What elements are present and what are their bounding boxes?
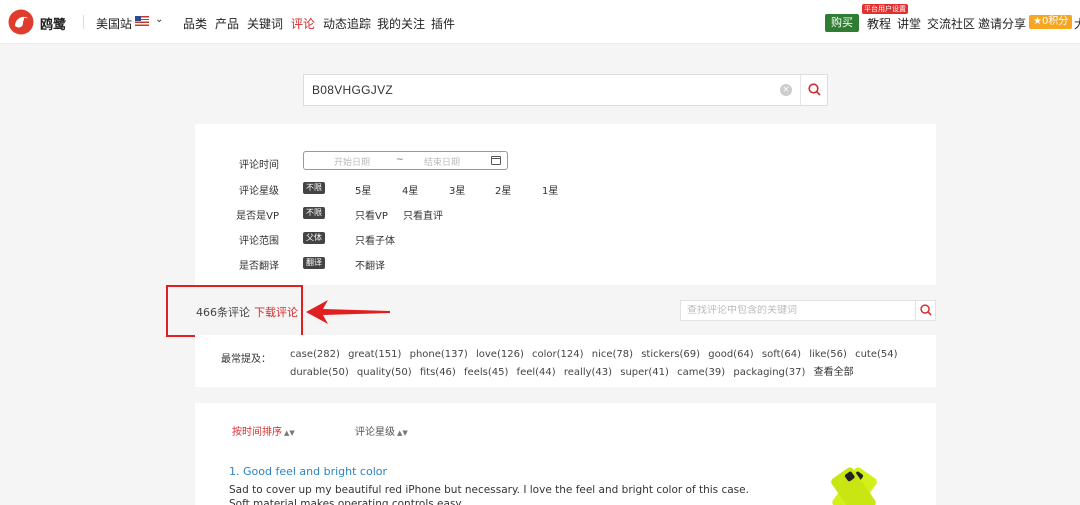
filter-scope-label: 评论范围 bbox=[239, 236, 279, 247]
header-overflow-text[interactable]: 大 bbox=[1074, 15, 1080, 32]
rating-2-option[interactable]: 2星 bbox=[495, 182, 511, 197]
nav-keyword[interactable]: 关键词 bbox=[247, 15, 283, 32]
nav-reviews[interactable]: 评论 bbox=[291, 15, 315, 32]
points-badge[interactable]: ★0积分 bbox=[1029, 15, 1073, 29]
keyword-tag[interactable]: really(43) bbox=[564, 367, 612, 378]
calendar-icon bbox=[491, 156, 501, 165]
keyword-search-input[interactable] bbox=[687, 305, 907, 316]
keyword-tag[interactable]: feel(44) bbox=[517, 367, 556, 378]
rating-any-pill[interactable]: 不限 bbox=[303, 182, 325, 194]
asin-search-box: × bbox=[303, 74, 828, 106]
view-all-link[interactable]: 查看全部 bbox=[814, 367, 854, 378]
keyword-tag[interactable]: came(39) bbox=[677, 367, 725, 378]
vp-only-option[interactable]: 只看VP bbox=[355, 207, 388, 222]
keyword-tag[interactable]: phone(137) bbox=[410, 349, 468, 360]
vp-any-pill[interactable]: 不限 bbox=[303, 207, 325, 219]
keyword-search-box bbox=[680, 300, 936, 321]
header-divider bbox=[83, 15, 84, 29]
keyword-tag[interactable]: nice(78) bbox=[592, 349, 633, 360]
keyword-tag[interactable]: quality(50) bbox=[357, 367, 412, 378]
rating-1-option[interactable]: 1星 bbox=[542, 182, 558, 197]
nav-plugins[interactable]: 插件 bbox=[431, 15, 455, 32]
mentions-line-2: durable(50) quality(50) fits(46) feels(4… bbox=[290, 363, 859, 378]
nav-lecture[interactable]: 讲堂 bbox=[897, 15, 921, 32]
highlight-box bbox=[166, 285, 303, 337]
clear-icon[interactable]: × bbox=[780, 84, 792, 96]
search-icon[interactable] bbox=[920, 304, 932, 316]
keyword-tag[interactable]: durable(50) bbox=[290, 367, 349, 378]
nav-following[interactable]: 我的关注 bbox=[377, 15, 425, 32]
keyword-tag[interactable]: like(56) bbox=[809, 349, 847, 360]
keyword-tag[interactable]: cute(54) bbox=[855, 349, 897, 360]
filter-vp-label: 是否是VP bbox=[236, 211, 279, 222]
product-thumbnail[interactable] bbox=[823, 463, 885, 505]
us-flag-icon bbox=[135, 16, 149, 26]
oulu-logo-icon[interactable] bbox=[8, 9, 34, 35]
direct-only-option[interactable]: 只看直评 bbox=[403, 207, 443, 222]
buy-button[interactable]: 购买 bbox=[825, 14, 859, 32]
nav-product[interactable]: 产品 bbox=[215, 15, 239, 32]
review-list-panel: 按时间排序 ▲▼ 评论星级 ▲▼ 1. Good feel and bright c… bbox=[195, 403, 936, 505]
keyword-tag[interactable]: great(151) bbox=[348, 349, 401, 360]
mentions-line-1: case(282) great(151) phone(137) love(126… bbox=[290, 349, 903, 360]
keyword-tag[interactable]: stickers(69) bbox=[641, 349, 700, 360]
star-icon: ★ bbox=[1033, 16, 1042, 27]
keyword-tag[interactable]: good(64) bbox=[708, 349, 753, 360]
keyword-tag[interactable]: love(126) bbox=[476, 349, 524, 360]
nav-tracking[interactable]: 动态追踪 bbox=[323, 15, 371, 32]
sort-arrow-icon: ▲▼ bbox=[284, 429, 295, 437]
date-separator: ~ bbox=[396, 155, 404, 165]
search-icon bbox=[808, 83, 821, 96]
nav-tutorial[interactable]: 教程 bbox=[867, 15, 891, 32]
no-translate-option[interactable]: 不翻译 bbox=[355, 257, 385, 272]
search-input[interactable] bbox=[312, 83, 772, 97]
keyword-tag[interactable]: fits(46) bbox=[420, 367, 456, 378]
mentions-title: 最常提及： bbox=[221, 354, 271, 365]
filter-translate-label: 是否翻译 bbox=[239, 261, 279, 272]
site-selector[interactable]: 美国站 bbox=[96, 15, 132, 32]
rating-4-option[interactable]: 4星 bbox=[402, 182, 418, 197]
brand-name[interactable]: 鸥鹭 bbox=[40, 14, 66, 33]
rating-3-option[interactable]: 3星 bbox=[449, 182, 465, 197]
top-header: 鸥鹭 美国站 ⌄ 品类 产品 关键词 评论 动态追踪 我的关注 插件 购买 平台… bbox=[0, 0, 1080, 44]
sort-by-rating-label: 评论星级 bbox=[355, 427, 395, 438]
sort-by-rating[interactable]: 评论星级 ▲▼ bbox=[355, 423, 408, 438]
sort-by-time-label: 按时间排序 bbox=[232, 427, 282, 438]
date-range-picker[interactable]: 开始日期 ~ 结束日期 bbox=[303, 151, 508, 170]
filter-rating-label: 评论星级 bbox=[239, 186, 279, 197]
nav-community[interactable]: 交流社区 bbox=[927, 15, 975, 32]
review-title[interactable]: 1. Good feel and bright color bbox=[229, 465, 387, 478]
sort-by-time[interactable]: 按时间排序 ▲▼ bbox=[232, 423, 295, 438]
child-only-option[interactable]: 只看子体 bbox=[355, 232, 395, 247]
date-end-placeholder: 结束日期 bbox=[424, 158, 461, 168]
date-start-placeholder: 开始日期 bbox=[334, 158, 371, 168]
filter-panel: 评论时间 开始日期 ~ 结束日期 评论星级 不限 5星 4星 3星 2星 1星 … bbox=[195, 124, 936, 285]
rating-5-option[interactable]: 5星 bbox=[355, 182, 371, 197]
promo-tag: 平台用户设置 bbox=[862, 4, 908, 14]
keyword-tag[interactable]: packaging(37) bbox=[733, 367, 805, 378]
filter-time-label: 评论时间 bbox=[239, 160, 279, 171]
points-label: 0积分 bbox=[1041, 16, 1069, 27]
nav-invite[interactable]: 邀请分享 bbox=[978, 15, 1026, 32]
review-text: Sad to cover up my beautiful red iPhone … bbox=[229, 484, 749, 505]
keyword-tag[interactable]: feels(45) bbox=[464, 367, 508, 378]
keyword-tag[interactable]: super(41) bbox=[620, 367, 669, 378]
keyword-tag[interactable]: soft(64) bbox=[762, 349, 801, 360]
search-button[interactable] bbox=[801, 75, 828, 105]
mentions-panel: 最常提及： case(282) great(151) phone(137) lo… bbox=[195, 335, 936, 387]
sort-arrow-icon: ▲▼ bbox=[397, 429, 408, 437]
scope-parent-pill[interactable]: 父体 bbox=[303, 232, 325, 244]
chevron-down-icon[interactable]: ⌄ bbox=[155, 14, 163, 25]
red-arrow-icon bbox=[306, 300, 390, 324]
keyword-tag[interactable]: case(282) bbox=[290, 349, 340, 360]
translate-pill[interactable]: 翻译 bbox=[303, 257, 325, 269]
keyword-search-divider bbox=[915, 301, 916, 320]
keyword-tag[interactable]: color(124) bbox=[532, 349, 584, 360]
nav-category[interactable]: 品类 bbox=[183, 15, 207, 32]
